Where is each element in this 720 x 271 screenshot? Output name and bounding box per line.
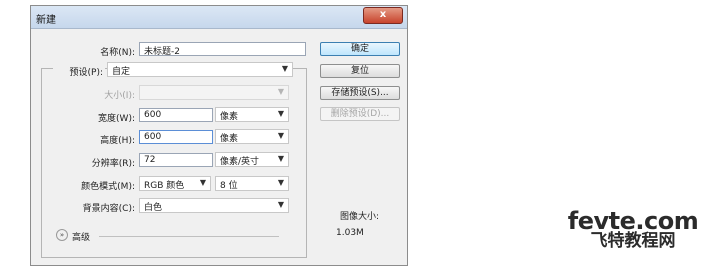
chevron-down-icon: ▼ — [277, 87, 284, 96]
chevron-down-icon: ▼ — [277, 109, 284, 118]
color-mode-value: RGB 颜色 — [144, 181, 185, 191]
reset-button[interactable]: 复位 — [320, 64, 400, 78]
width-unit-select[interactable]: 像素 ▼ — [215, 107, 289, 122]
chevron-down-icon: ▼ — [199, 178, 206, 187]
bit-depth-select[interactable]: 8 位 ▼ — [215, 176, 289, 191]
width-input[interactable]: 600 — [139, 108, 213, 122]
size-select[interactable]: ▼ — [139, 85, 289, 100]
color-mode-label: 颜色模式(M): — [81, 182, 135, 192]
chevron-down-icon: ▼ — [277, 154, 284, 163]
color-mode-select[interactable]: RGB 颜色 ▼ — [139, 176, 211, 191]
new-document-dialog: 新建 x 名称(N): 未标题-2 预设(P): 自定 ▼ 大小(I): ▼ 宽… — [30, 5, 408, 266]
site-watermark: fevte.com 飞特教程网 — [558, 209, 708, 250]
expand-advanced-icon[interactable]: » — [56, 229, 68, 241]
resolution-input[interactable]: 72 — [139, 153, 213, 167]
preset-select[interactable]: 自定 ▼ — [107, 62, 293, 77]
resolution-label: 分辨率(R): — [91, 159, 135, 169]
background-select[interactable]: 白色 ▼ — [139, 198, 289, 213]
size-label: 大小(I): — [104, 91, 135, 101]
bit-depth-value: 8 位 — [220, 181, 238, 191]
resolution-unit-select[interactable]: 像素/英寸 ▼ — [215, 152, 289, 167]
image-size-label: 图像大小: — [340, 212, 380, 222]
chevron-down-icon: ▼ — [277, 178, 284, 187]
advanced-divider — [99, 236, 279, 237]
width-label: 宽度(W): — [98, 114, 135, 124]
width-unit-value: 像素 — [220, 112, 239, 122]
title-bar[interactable]: 新建 x — [31, 6, 407, 29]
advanced-label[interactable]: 高级 — [72, 230, 90, 243]
name-label: 名称(N): — [100, 48, 135, 58]
height-unit-value: 像素 — [220, 134, 239, 144]
preset-value: 自定 — [112, 67, 131, 77]
background-label: 背景内容(C): — [82, 204, 135, 214]
chevron-down-icon: ▼ — [277, 200, 284, 209]
delete-preset-button[interactable]: 删除预设(D)... — [320, 107, 400, 121]
close-button[interactable]: x — [363, 7, 403, 24]
height-unit-select[interactable]: 像素 ▼ — [215, 129, 289, 144]
watermark-site-name: 飞特教程网 — [590, 231, 676, 251]
watermark-domain: fevte.com — [567, 207, 699, 235]
name-input[interactable]: 未标题-2 — [139, 42, 306, 56]
chevron-down-icon: ▼ — [277, 131, 284, 140]
dialog-title: 新建 — [36, 15, 56, 26]
background-value: 白色 — [144, 203, 163, 213]
preset-label: 预设(P): — [53, 65, 105, 78]
height-label: 高度(H): — [100, 136, 135, 146]
height-input[interactable]: 600 — [139, 130, 213, 144]
ok-button[interactable]: 确定 — [320, 42, 400, 56]
image-size-value: 1.03M — [336, 228, 364, 238]
resolution-unit-value: 像素/英寸 — [220, 157, 260, 167]
chevron-down-icon: ▼ — [281, 64, 288, 73]
save-preset-button[interactable]: 存储预设(S)... — [320, 86, 400, 100]
